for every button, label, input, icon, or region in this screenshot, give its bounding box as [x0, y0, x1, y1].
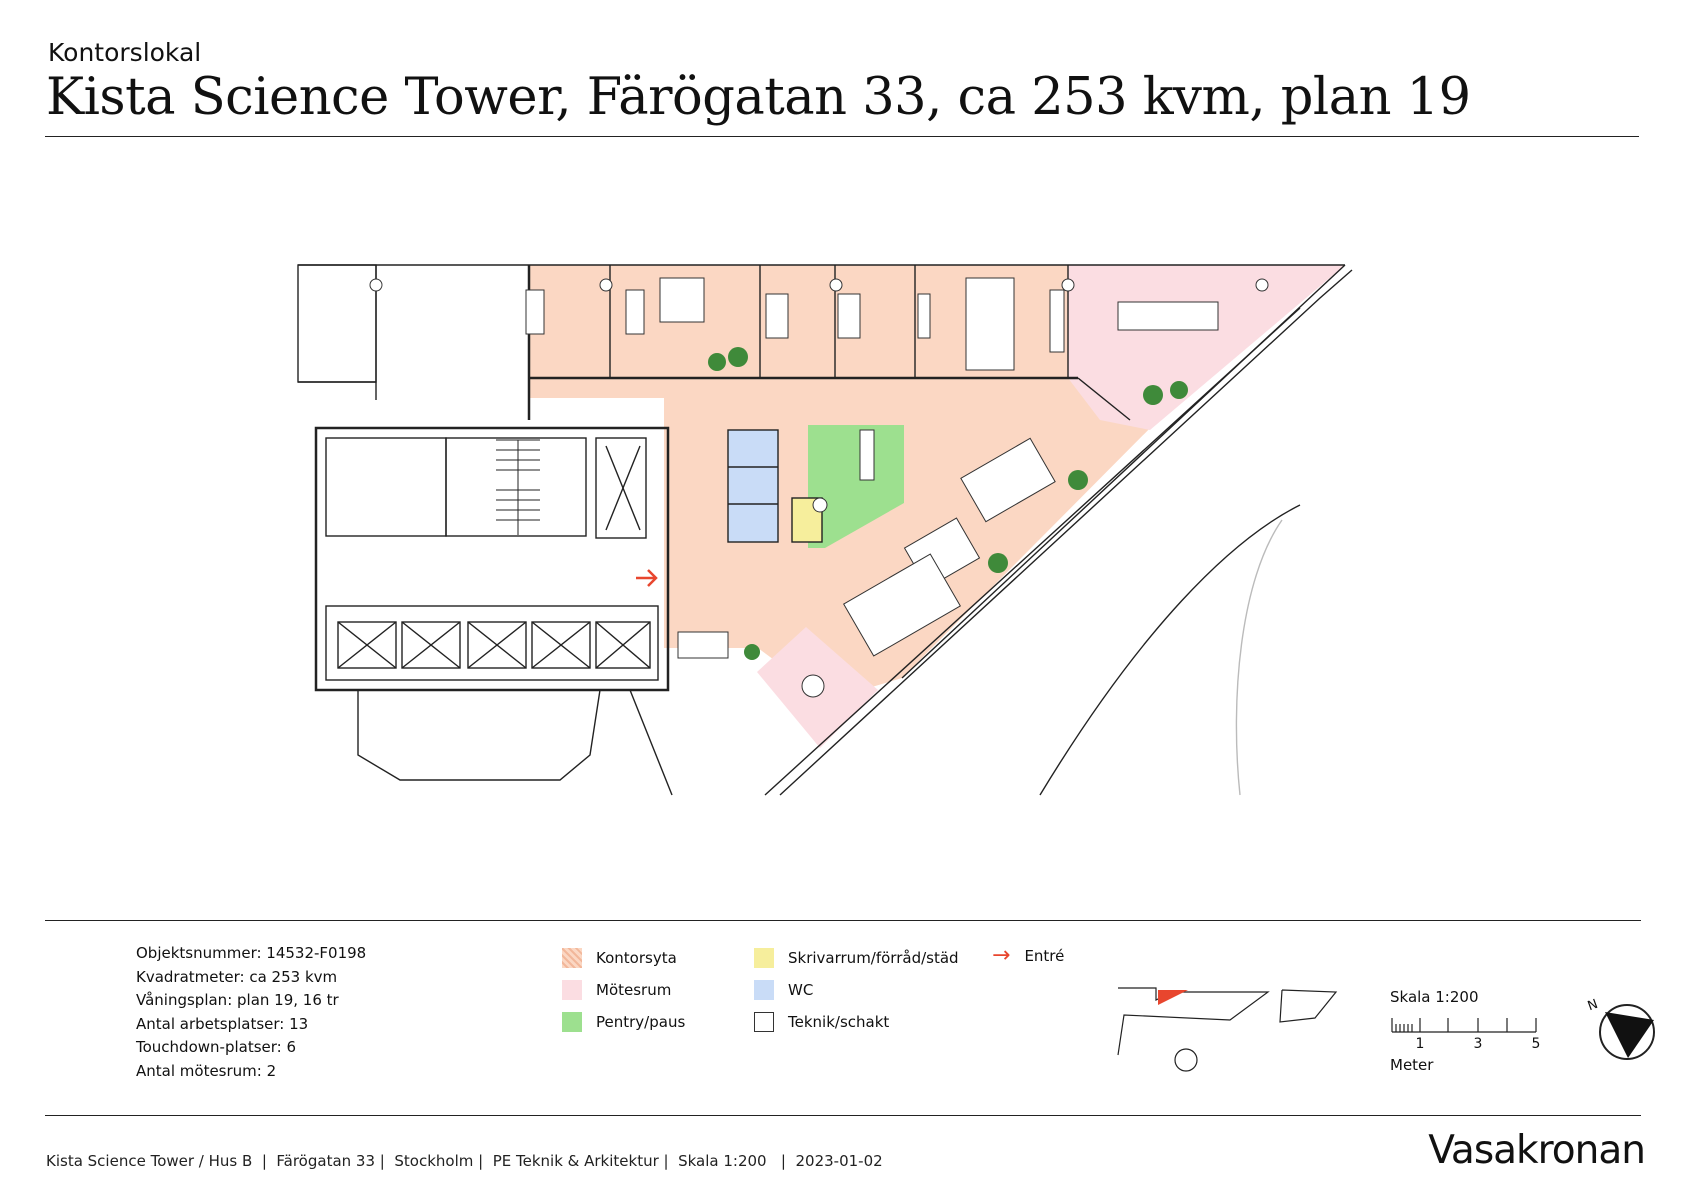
- facts-list: Objektsnummer: 14532-F0198 Kvadratmeter:…: [136, 942, 366, 1083]
- swatch: [754, 948, 774, 968]
- fact-touchdown: Touchdown-platser: 6: [136, 1038, 297, 1056]
- outlined-swatch: [754, 1012, 774, 1032]
- legend-pentry: Pentry/paus: [562, 1012, 685, 1032]
- scale-tick-1: 1: [1415, 1036, 1425, 1052]
- swatch: [562, 980, 582, 1000]
- scale-unit: Meter: [1390, 1056, 1434, 1074]
- legend-teknik: Teknik/schakt: [754, 1012, 889, 1032]
- scale-bar: [1391, 1018, 1537, 1033]
- scale-tick-3: 3: [1473, 1036, 1483, 1052]
- wc-area: [728, 430, 778, 542]
- hatched-swatch: [562, 948, 582, 968]
- entrance-arrow-icon: [636, 569, 658, 587]
- scale-tick-5: 5: [1531, 1036, 1541, 1052]
- legend-skrivarrum: Skrivarrum/förråd/städ: [754, 948, 959, 968]
- legend-top-divider: [45, 920, 1641, 921]
- legend-wc: WC: [754, 980, 813, 1000]
- fact-arbetsplatser: Antal arbetsplatser: 13: [136, 1014, 309, 1033]
- fact-motesrum: Antal mötesrum: 2: [136, 1061, 277, 1080]
- legend-kontorsyta: Kontorsyta: [562, 948, 677, 968]
- swatch: [754, 980, 774, 1000]
- fact-objektsnummer: Objektsnummer: 14532-F0198: [136, 944, 367, 962]
- north-arrow-icon: [1599, 1004, 1655, 1060]
- swatch: [562, 1012, 582, 1032]
- footer-divider: [45, 1115, 1641, 1116]
- legend-entre: → Entré: [992, 943, 1065, 968]
- scale-label: Skala 1:200: [1390, 988, 1479, 1006]
- fact-vaningsplan: Våningsplan: plan 19, 16 tr: [136, 991, 339, 1009]
- meeting-room-east: [1068, 265, 1345, 430]
- legend-motesrum: Mötesrum: [562, 980, 671, 1000]
- arrow-right-icon: →: [992, 943, 1011, 968]
- fact-kvadratmeter: Kvadratmeter: ca 253 kvm: [136, 967, 338, 986]
- key-plan: [1117, 987, 1338, 1072]
- footer-info: Kista Science Tower / Hus B | Färögatan …: [46, 1152, 883, 1170]
- brand-logo: Vasakronan: [1428, 1128, 1646, 1173]
